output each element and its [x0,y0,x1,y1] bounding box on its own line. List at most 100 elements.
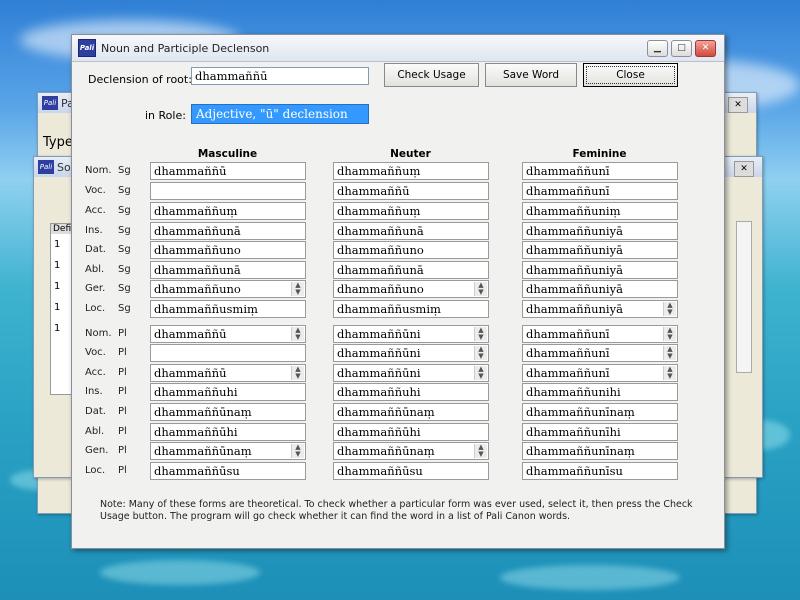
check-usage-button[interactable]: Check Usage [384,63,479,87]
form-text: dhammaññusmiṃ [154,302,258,316]
spinner-icon[interactable]: ▲ ▼ [291,327,304,341]
type-label: Type [43,135,73,150]
masculine-form-field[interactable]: dhammaññusmiṃ [150,300,306,318]
neuter-form-field[interactable]: dhammaññūnaṃ ▲ ▼ [333,442,489,460]
form-text: dhammaññunā [154,224,241,238]
spinner-icon[interactable]: ▲ ▼ [291,366,304,380]
form-text: dhammaññū [154,164,227,178]
number-label: Pl [118,328,127,339]
feminine-form-field[interactable]: dhammaññuniyā [522,222,678,240]
spinner-icon[interactable]: ▲ ▼ [474,366,487,380]
spinner-icon[interactable]: ▲ ▼ [474,327,487,341]
form-text: dhammaññuṃ [337,204,421,218]
water-glint [500,565,680,590]
close-button[interactable]: Close [583,63,678,87]
masculine-form-field[interactable]: dhammaññū ▲ ▼ [150,364,306,382]
spinner-icon[interactable]: ▲ ▼ [663,366,676,380]
neuter-form-field[interactable]: dhammaññuṃ [333,162,489,180]
number-label: Pl [118,386,127,397]
spinner-icon[interactable]: ▲ ▼ [291,282,304,296]
number-label: Sg [118,205,131,216]
number-label: Sg [118,244,131,255]
maximize-button[interactable]: □ [671,39,692,57]
masculine-form-field[interactable]: dhammaññū [150,162,306,180]
feminine-form-field[interactable]: dhammaññuniyā [522,261,678,279]
neuter-form-field[interactable]: dhammaññunā [333,222,489,240]
neuter-form-field[interactable]: dhammaññuhi [333,383,489,401]
spinner-icon[interactable]: ▲ ▼ [663,327,676,341]
neuter-form-field[interactable]: dhammaññūsu [333,462,489,480]
case-label: Ins. [85,386,103,397]
neuter-form-field[interactable]: dhammaññūni ▲ ▼ [333,364,489,382]
masculine-form-field[interactable]: dhammaññūhi [150,423,306,441]
titlebar[interactable]: Pali Noun and Participle Declenson ▁ □ ✕ [72,35,724,62]
spinner-icon[interactable]: ▲ ▼ [474,346,487,360]
feminine-form-field[interactable]: dhammaññunīsu [522,462,678,480]
neuter-form-field[interactable]: dhammaññuno ▲ ▼ [333,280,489,298]
masculine-form-field[interactable]: dhammaññuno [150,241,306,259]
case-label: Nom. [85,328,112,339]
close-window-button[interactable]: ✕ [695,39,716,57]
number-label: Pl [118,465,127,476]
feminine-form-field[interactable]: dhammaññunī ▲ ▼ [522,344,678,362]
feminine-form-field[interactable]: dhammaññunīnaṃ [522,442,678,460]
feminine-form-field[interactable]: dhammaññuniṃ [522,202,678,220]
form-text: dhammaññūnaṃ [154,405,252,419]
number-label: Sg [118,303,131,314]
feminine-form-field[interactable]: dhammaññunī [522,182,678,200]
case-label: Acc. [85,367,106,378]
neuter-form-field[interactable]: dhammaññūhi [333,423,489,441]
spinner-icon[interactable]: ▲ ▼ [663,302,676,316]
declension-window: Pali Noun and Participle Declenson ▁ □ ✕… [71,34,725,549]
feminine-form-field[interactable]: dhammaññunī ▲ ▼ [522,364,678,382]
masculine-form-field[interactable]: dhammaññūnaṃ ▲ ▼ [150,442,306,460]
spinner-icon[interactable]: ▲ ▼ [474,282,487,296]
neuter-header: Neuter [390,148,431,160]
masculine-form-field[interactable]: dhammaññuno ▲ ▼ [150,280,306,298]
feminine-form-field[interactable]: dhammaññuniyā [522,241,678,259]
feminine-form-field[interactable]: dhammaññunīhi [522,423,678,441]
form-text: dhammaññunī [526,327,610,341]
feminine-form-field[interactable]: dhammaññunīnaṃ [522,403,678,421]
feminine-form-field[interactable]: dhammaññuniyā [522,280,678,298]
save-word-button[interactable]: Save Word [485,63,577,87]
masculine-form-field[interactable]: dhammaññū ▲ ▼ [150,325,306,343]
neuter-form-field[interactable]: dhammaññūni ▲ ▼ [333,344,489,362]
form-text: dhammaññuniṃ [526,204,621,218]
feminine-form-field[interactable]: dhammaññunī ▲ ▼ [522,325,678,343]
minimize-button[interactable]: ▁ [647,39,668,57]
form-text: dhammaññūnaṃ [337,405,435,419]
feminine-form-field[interactable]: dhammaññuniyā ▲ ▼ [522,300,678,318]
neuter-form-field[interactable]: dhammaññuno [333,241,489,259]
masculine-form-field[interactable]: dhammaññuhi [150,383,306,401]
role-select[interactable]: Adjective, "ū" declension [191,104,369,124]
masculine-form-field[interactable]: dhammaññuṃ [150,202,306,220]
masculine-form-field[interactable]: dhammaññunā [150,261,306,279]
form-text: dhammaññūsu [337,464,423,478]
root-input[interactable]: dhammaññū [191,67,369,85]
neuter-form-field[interactable]: dhammaññū [333,182,489,200]
masculine-form-field[interactable]: dhammaññūsu [150,462,306,480]
scrollbar[interactable] [736,221,752,373]
close-icon[interactable]: ✕ [728,97,748,113]
case-label: Loc. [85,465,106,476]
masculine-form-field[interactable]: dhammaññūnaṃ [150,403,306,421]
number-label: Pl [118,367,127,378]
feminine-form-field[interactable]: dhammaññunī [522,162,678,180]
form-text: dhammaññuṃ [154,204,238,218]
spinner-icon[interactable]: ▲ ▼ [474,444,487,458]
close-icon[interactable]: ✕ [734,161,754,177]
case-label: Abl. [85,426,105,437]
masculine-form-field[interactable]: dhammaññunā [150,222,306,240]
neuter-form-field[interactable]: dhammaññunā [333,261,489,279]
form-text: dhammaññusmiṃ [337,302,441,316]
masculine-form-field[interactable] [150,182,306,200]
neuter-form-field[interactable]: dhammaññuṃ [333,202,489,220]
neuter-form-field[interactable]: dhammaññusmiṃ [333,300,489,318]
spinner-icon[interactable]: ▲ ▼ [291,444,304,458]
spinner-icon[interactable]: ▲ ▼ [663,346,676,360]
neuter-form-field[interactable]: dhammaññūni ▲ ▼ [333,325,489,343]
masculine-form-field[interactable] [150,344,306,362]
neuter-form-field[interactable]: dhammaññūnaṃ [333,403,489,421]
feminine-form-field[interactable]: dhammaññunihi [522,383,678,401]
